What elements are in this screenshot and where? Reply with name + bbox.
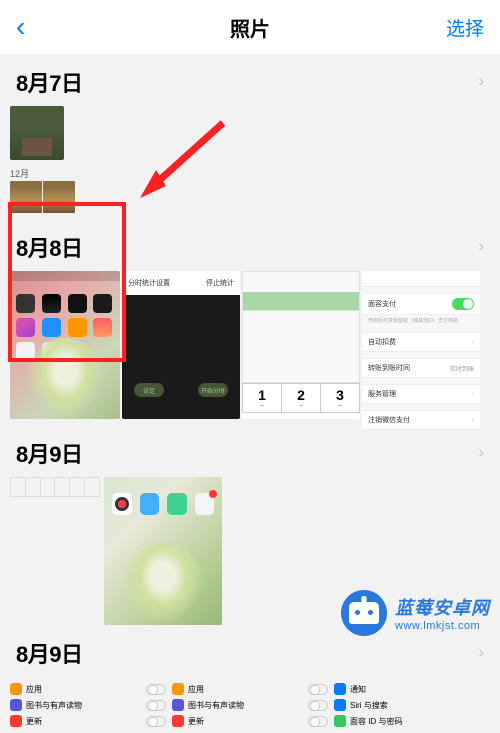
watermark-logo-icon [341,590,387,636]
photo-thumb-tree[interactable] [43,181,75,213]
date-label: 8月8日 [16,231,82,263]
watermark-title: 蓝莓安卓网 [395,594,490,620]
date-section-8-8[interactable]: 8月8日 › [0,219,500,271]
date-label: 8月7日 [16,66,82,98]
chevron-right-icon: › [479,73,484,91]
photo-thumb-homescreen[interactable]: · · · · [10,271,120,419]
back-icon[interactable]: ‹ [16,11,25,43]
app-icon [195,493,215,515]
photo-thumb-settings-lists[interactable]: 应用 图书与有声读物 更新 应用 图书与有声读物 更新 通知 Siri 与搜索 … [0,677,500,733]
photo-thumb-dark-settings[interactable]: 分时统计设置 停止统计 设定 开始分时 [122,271,240,419]
chevron-right-icon: › [479,444,484,462]
chevron-right-icon: › [479,238,484,256]
watermark: 蓝莓安卓网 www.lmkjst.com [341,590,490,636]
app-icon [140,493,160,515]
photo-thumb-tree[interactable] [10,181,42,213]
chevron-right-icon: › [479,644,484,662]
photo-thumb-homescreen-2[interactable] [104,477,222,625]
date-label: 8月9日 [16,437,82,469]
photo-thumb-tabs[interactable]: 1-- 2-- 3-- [242,271,360,419]
sub-date-label: 12月 [0,166,500,181]
page-title: 照片 [230,13,270,42]
annotation-arrow [138,108,238,213]
badge-icon [209,490,217,498]
photo-thumb-plant[interactable] [10,106,64,160]
toggle-icon [452,298,474,310]
date-section-8-7[interactable]: 8月7日 › [0,54,500,106]
photo-thumb-settings[interactable]: 面容支付 开启后可享受面容（或其他ID）支付体验 自动扣费› 转账到账时间实时到… [362,271,480,419]
app-icon [167,493,187,515]
select-button[interactable]: 选择 [446,14,484,41]
qq-icon [112,493,132,515]
date-label: 8月9日 [16,637,82,669]
date-section-8-9[interactable]: 8月9日 › [0,425,500,477]
photo-thumb-calendar[interactable] [10,477,100,497]
watermark-url: www.lmkjst.com [395,620,490,632]
